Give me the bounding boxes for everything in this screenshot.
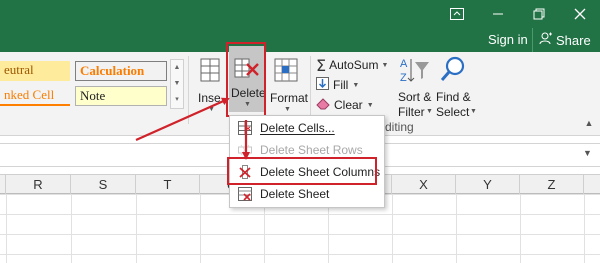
find-select-label-line2: Select: [436, 105, 470, 119]
title-bar: [0, 0, 600, 28]
chevron-down-icon: ▼: [381, 61, 389, 69]
clear-label: Clear: [334, 98, 363, 112]
find-select-label-line1: Find &: [436, 90, 471, 104]
column-header[interactable]: T: [136, 175, 200, 194]
style-linked-cell[interactable]: nked Cell: [0, 86, 70, 106]
format-label: Format: [270, 91, 309, 105]
clear-button[interactable]: Clear ▼: [316, 96, 376, 114]
chevron-down-icon: ▼: [284, 106, 291, 113]
style-note[interactable]: Note: [75, 86, 167, 106]
delete-rows-icon: [234, 143, 256, 157]
chevron-down-icon: ▼: [470, 108, 477, 115]
group-separator: [188, 56, 189, 124]
grid-line: [136, 194, 137, 263]
editing-group-label: diting: [385, 120, 414, 134]
menu-item-label: Delete Cells...: [260, 121, 335, 135]
style-neutral[interactable]: eutral: [0, 61, 70, 81]
grid-line: [6, 194, 7, 263]
sort-filter-icon: AZ: [400, 56, 430, 87]
column-header[interactable]: S: [71, 175, 136, 194]
grid-line: [392, 194, 393, 263]
column-header[interactable]: Z: [520, 175, 584, 194]
chevron-down-icon: ▼: [366, 101, 374, 109]
gallery-scroll[interactable]: ▲ ▼ ▾: [170, 59, 184, 109]
delete-sheet-columns-highlight-box: [227, 157, 377, 185]
style-calculation[interactable]: Calculation: [75, 61, 167, 81]
minimize-button[interactable]: [478, 0, 518, 28]
grid-line: [71, 194, 72, 263]
grid-line: [520, 194, 521, 263]
insert-button[interactable]: Inse ▼: [194, 56, 226, 116]
column-header[interactable]: Y: [456, 175, 520, 194]
sigma-icon: Σ: [316, 55, 327, 75]
grid-line: [200, 194, 201, 263]
insert-label: Inse: [198, 91, 221, 105]
share-label: Share: [556, 32, 591, 48]
autosum-label: AutoSum: [329, 58, 379, 72]
menu-item-label: Delete Sheet Rows: [260, 143, 363, 157]
column-header[interactable]: X: [392, 175, 456, 194]
insert-cells-icon: [200, 58, 222, 87]
sort-filter-label-line2: Filter: [398, 105, 425, 119]
sort-filter-label-line1: Sort &: [398, 90, 432, 104]
chevron-down-icon: ▼: [352, 81, 360, 89]
delete-cells-icon: [234, 121, 256, 135]
format-cells-icon: [274, 58, 300, 87]
fill-label: Fill: [333, 78, 349, 92]
restore-button[interactable]: [519, 0, 559, 28]
eraser-icon: [316, 97, 330, 113]
fill-down-icon: [316, 77, 329, 93]
magnifier-icon: [440, 56, 466, 87]
group-separator: [310, 56, 311, 124]
close-button[interactable]: [560, 0, 600, 28]
chevron-down-icon: ▼: [208, 106, 215, 113]
sort-filter-button[interactable]: AZ Sort & Filter ▼: [396, 56, 434, 120]
menu-item-delete-sheet[interactable]: Delete Sheet: [230, 183, 384, 205]
grid-line: [456, 194, 457, 263]
find-select-button[interactable]: Find & Select ▼: [434, 56, 477, 120]
format-button[interactable]: Format ▼: [268, 56, 308, 116]
menu-item-label: Delete Sheet: [260, 187, 330, 201]
collapse-ribbon-button[interactable]: ▲: [582, 118, 596, 132]
person-icon: [539, 32, 552, 48]
expand-formula-bar-icon[interactable]: ▼: [583, 148, 592, 158]
sign-in-link[interactable]: Sign in: [488, 32, 528, 47]
column-header[interactable]: R: [6, 175, 71, 194]
delete-sheet-icon: [234, 187, 256, 201]
grid-line: [584, 194, 585, 263]
autosum-button[interactable]: Σ AutoSum ▼: [316, 55, 396, 75]
svg-text:Z: Z: [400, 72, 407, 84]
chevron-down-icon: ▼: [426, 108, 433, 115]
share-button[interactable]: Share: [532, 28, 600, 52]
ribbon-display-options-icon[interactable]: [437, 0, 477, 28]
svg-text:A: A: [400, 58, 408, 70]
account-bar: Sign in Share: [0, 28, 600, 52]
menu-item-delete-cells[interactable]: Delete Cells...: [230, 117, 384, 139]
delete-highlight-box: [226, 42, 266, 117]
fill-button[interactable]: Fill ▼: [316, 76, 376, 94]
